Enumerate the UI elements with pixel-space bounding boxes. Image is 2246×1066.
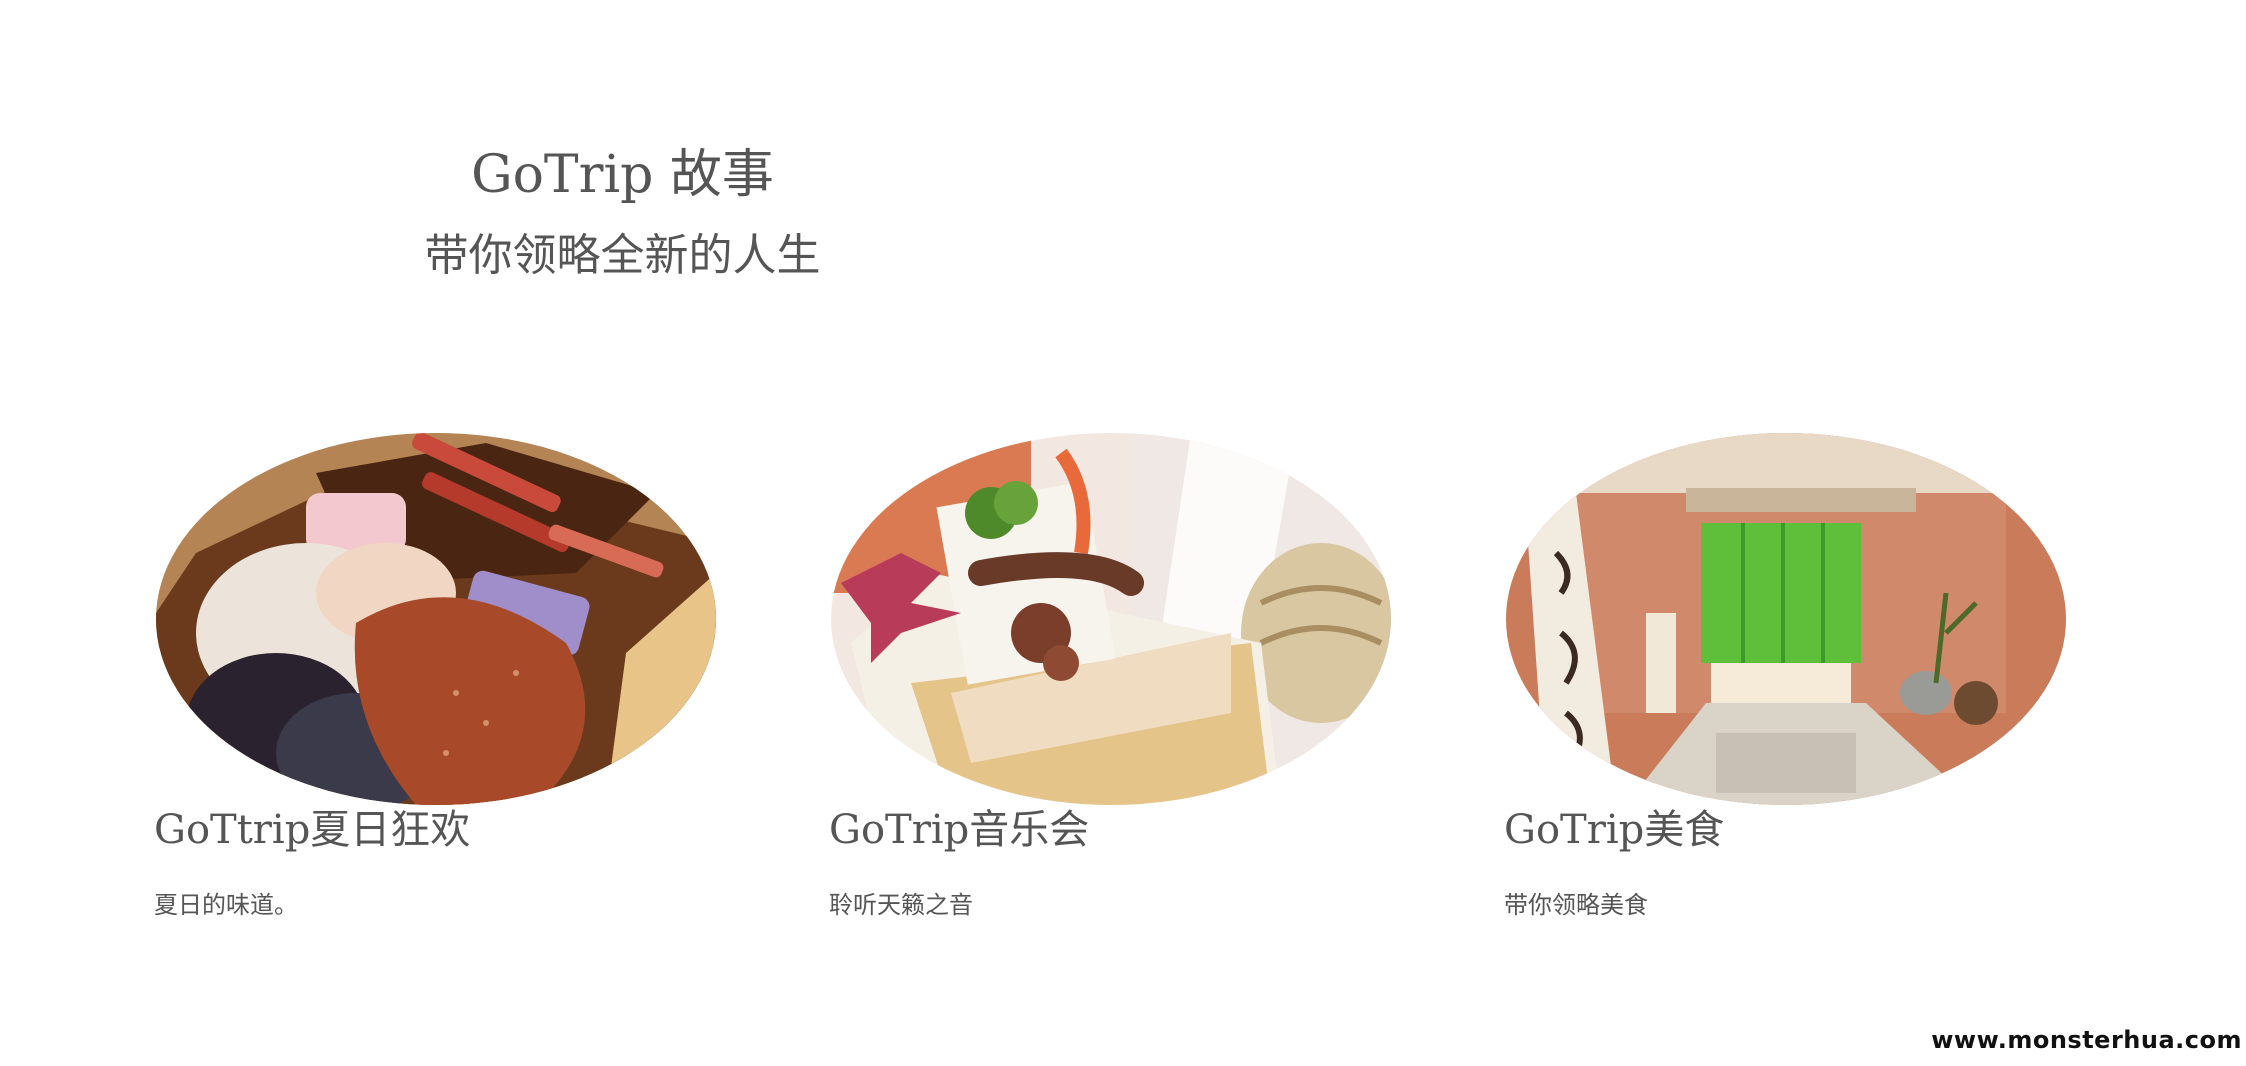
- card-description: 夏日的味道。: [154, 891, 298, 919]
- site-watermark: www.monsterhua.com: [1931, 1026, 2242, 1054]
- story-card-concert[interactable]: GoTrip音乐会 聆听天籁之音: [829, 433, 1429, 919]
- card-description: 带你领略美食: [1504, 891, 1648, 919]
- pouches-illustration: [156, 433, 716, 805]
- card-title[interactable]: GoTrip音乐会: [829, 805, 1089, 855]
- story-cards: GoTtrip夏日狂欢 夏日的味道。 GoTrip音乐会 聆听天籁之音 GoTr…: [0, 433, 2246, 953]
- story-card-food[interactable]: GoTrip美食 带你领略美食: [1504, 433, 2104, 919]
- onsen-illustration: [1506, 433, 2066, 805]
- card-title[interactable]: GoTrip美食: [1504, 805, 1724, 855]
- story-card-summer[interactable]: GoTtrip夏日狂欢 夏日的味道。: [154, 433, 754, 919]
- food-box-illustration: [831, 433, 1391, 805]
- card-image-food-box[interactable]: [831, 433, 1391, 805]
- page-subtitle: 带你领略全新的人生: [424, 230, 821, 281]
- page-title: GoTrip 故事: [471, 145, 774, 205]
- card-image-pouches[interactable]: [156, 433, 716, 805]
- card-description: 聆听天籁之音: [829, 891, 973, 919]
- card-image-onsen[interactable]: [1506, 433, 2066, 805]
- card-title[interactable]: GoTtrip夏日狂欢: [154, 805, 470, 855]
- hero-section: GoTrip 故事 带你领略全新的人生: [380, 140, 865, 286]
